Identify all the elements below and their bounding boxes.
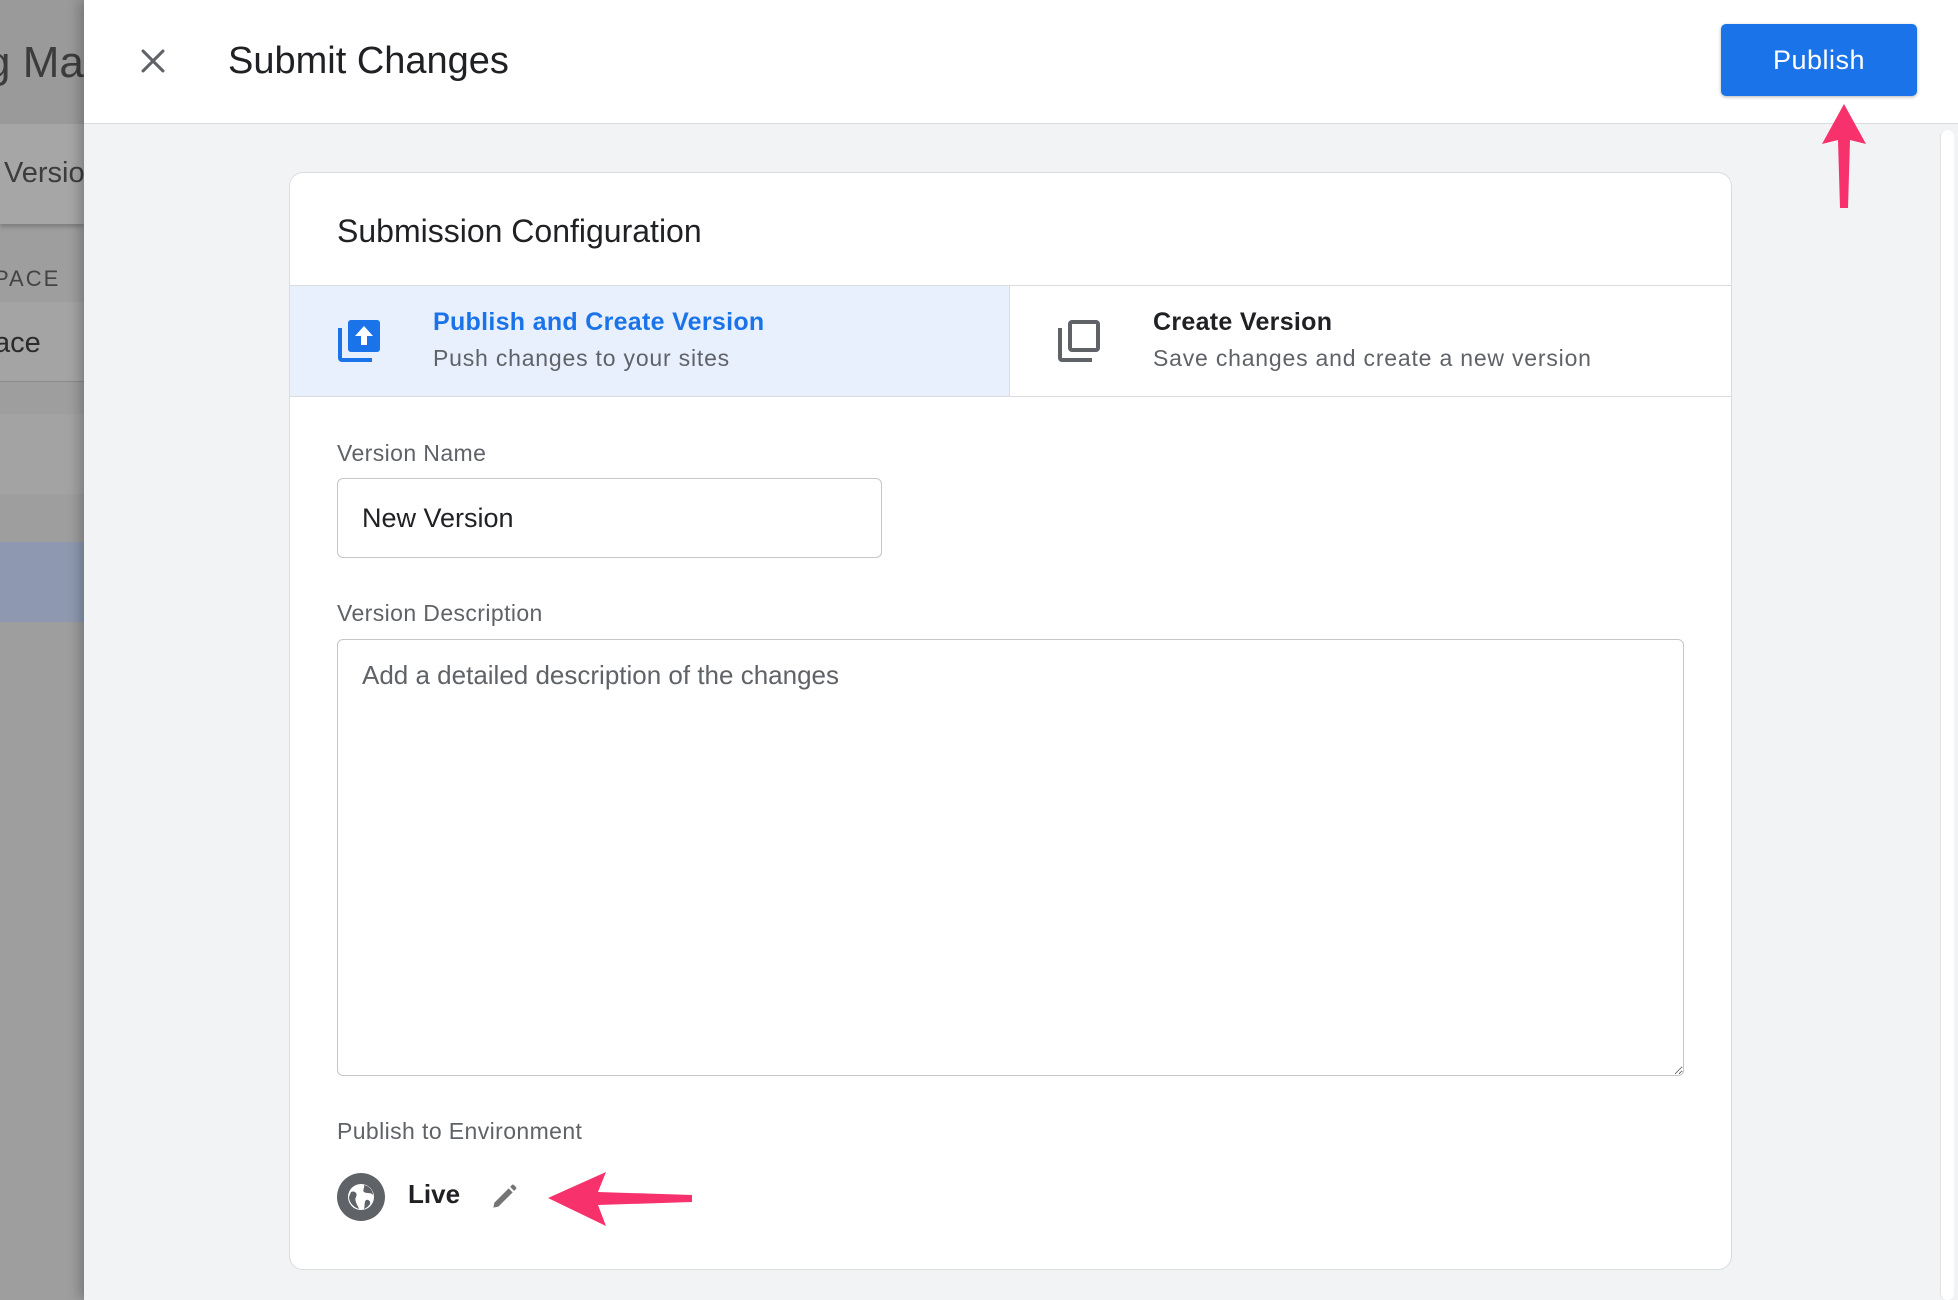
background-workspace-name: ace [0,327,41,359]
option-subtitle: Save changes and create a new version [1153,345,1592,371]
submit-changes-panel: Submit Changes Publish Submission Config… [84,0,1958,1300]
page-title: Submit Changes [228,40,509,82]
background-versions-tab: Versio [0,124,84,224]
publish-environment-label: Publish to Environment [337,1118,583,1144]
create-version-icon [1058,320,1100,362]
option-title: Publish and Create Version [433,308,765,336]
version-description-input[interactable] [337,639,1684,1076]
scrollbar-thumb[interactable] [1940,130,1954,1300]
option-create-version[interactable]: Create Version Save changes and create a… [1010,286,1730,396]
version-name-label: Version Name [337,440,487,466]
background-nav-row [0,414,84,494]
publish-button[interactable]: Publish [1721,24,1917,96]
option-subtitle: Push changes to your sites [433,345,730,371]
version-description-label: Version Description [337,600,543,626]
background-app-title: g Mar [0,38,84,87]
background-versions-label: Versio [4,157,84,189]
close-button[interactable] [128,36,178,86]
card-title: Submission Configuration [337,213,702,249]
environment-name: Live [408,1179,461,1209]
close-icon [141,49,165,73]
option-publish-and-create-version[interactable]: Publish and Create Version Push changes … [290,286,1010,396]
background-workspace-item: ace [0,302,84,382]
version-name-input[interactable] [337,478,882,558]
option-title: Create Version [1153,308,1333,336]
globe-icon [337,1173,385,1221]
pencil-icon[interactable] [488,1181,520,1213]
background-nav-row-active [0,542,84,622]
submission-configuration-card: Submission Configuration Publish and Cre… [289,172,1732,1270]
submission-options: Publish and Create Version Push changes … [290,285,1731,397]
publish-version-icon [338,320,380,362]
background-header: g Mar [0,0,84,124]
background-app: g Mar Versio PACE ace [0,0,84,1300]
panel-header: Submit Changes Publish [84,0,1958,124]
background-workspace-label: PACE [0,266,61,291]
